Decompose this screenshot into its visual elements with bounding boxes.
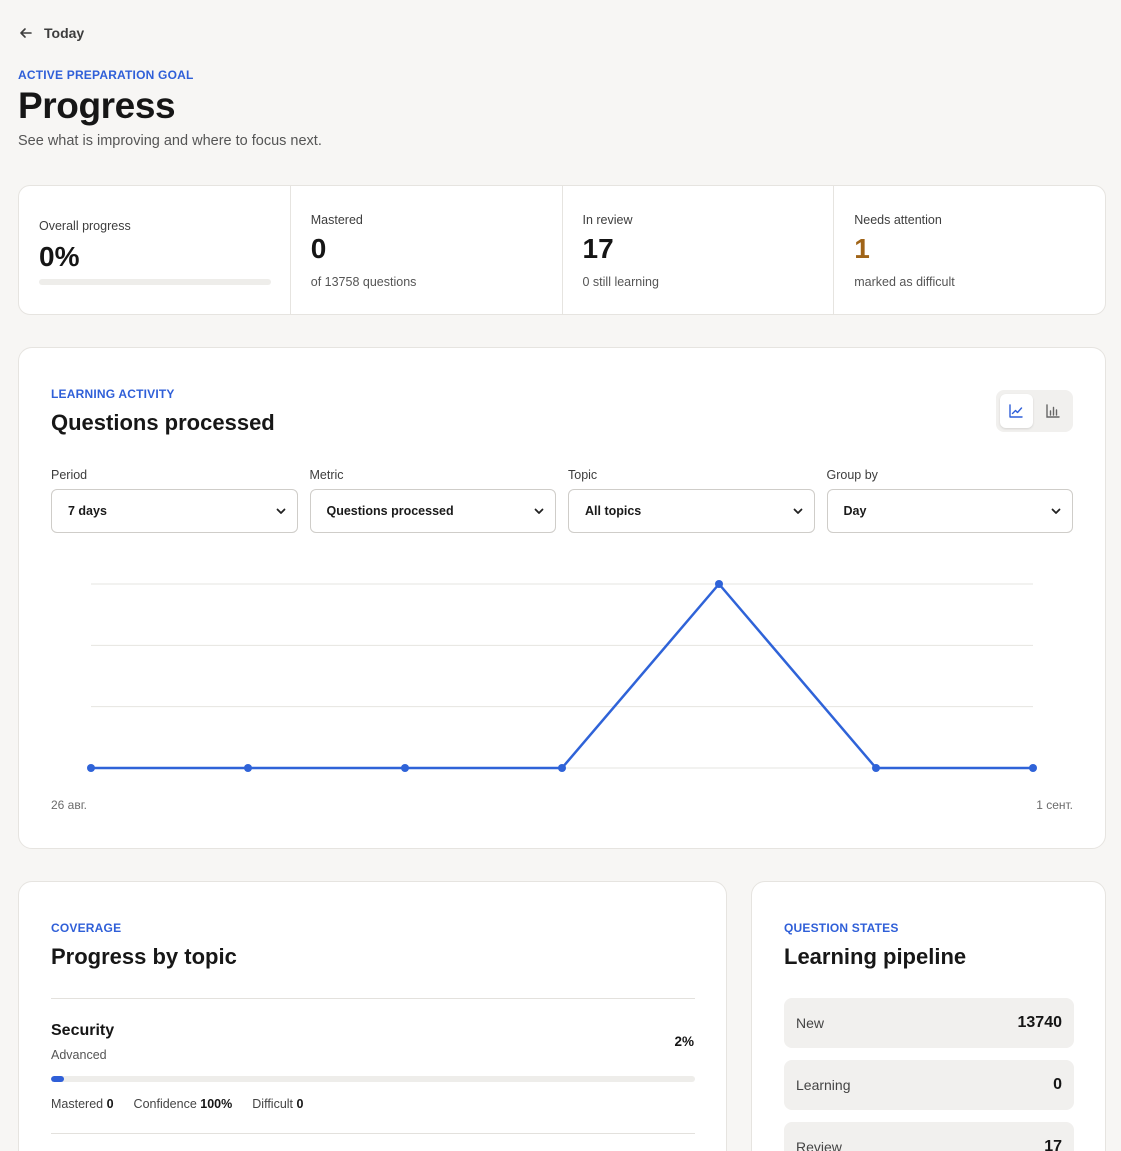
- overall-progress-bar: [39, 279, 271, 285]
- select-value: Questions processed: [326, 504, 454, 518]
- card-eyebrow: QUESTION STATES: [784, 921, 899, 935]
- divider: [51, 998, 695, 999]
- stage-count: 0: [1053, 1076, 1062, 1093]
- learning-pipeline-card: QUESTION STATES Learning pipeline New 13…: [751, 881, 1106, 1151]
- chevron-down-icon: [1051, 508, 1061, 514]
- meta-value: 0: [106, 1097, 114, 1111]
- learning-activity-card: LEARNING ACTIVITY Questions processed Pe…: [18, 347, 1106, 849]
- meta-label: Difficult: [252, 1097, 294, 1111]
- line-chart-view-button[interactable]: [1000, 394, 1033, 428]
- chevron-down-icon: [276, 508, 285, 514]
- stat-sub: marked as difficult: [854, 275, 955, 289]
- back-link-label: Today: [44, 25, 85, 41]
- stat-value: 0%: [39, 241, 80, 272]
- stage-label: Learning: [796, 1077, 851, 1093]
- select-value: All topics: [585, 504, 642, 518]
- filter-label: Metric: [309, 468, 344, 482]
- coverage-card: COVERAGE Progress by topic Security Adva…: [18, 881, 727, 1151]
- filter-topic: Topic All topics: [568, 468, 815, 533]
- bar-chart-icon: [1046, 404, 1060, 418]
- stat-value: 0: [310, 233, 327, 264]
- topic-progress-fill: [51, 1076, 64, 1082]
- back-link[interactable]: Today: [18, 25, 84, 41]
- card-eyebrow: LEARNING ACTIVITY: [51, 387, 175, 401]
- progress-page: Today ACTIVE PREPARATION GOAL Progress S…: [0, 0, 1121, 1151]
- filter-label: Group by: [826, 468, 878, 482]
- period-select[interactable]: 7 days: [51, 489, 298, 533]
- chart-point[interactable]: [1029, 764, 1037, 772]
- pipeline-stage-review[interactable]: Review 17: [784, 1122, 1074, 1151]
- pipeline-stage-learning[interactable]: Learning 0: [784, 1060, 1074, 1110]
- select-value: Day: [843, 504, 867, 518]
- stat-mastered: Mastered 0 of 13758 questions: [291, 186, 563, 314]
- filter-metric: Metric Questions processed: [309, 468, 556, 533]
- select-value: 7 days: [68, 504, 107, 518]
- topic-percent: 2%: [674, 1034, 694, 1049]
- chevron-down-icon: [534, 508, 544, 514]
- filter-period: Period 7 days: [51, 468, 298, 533]
- stat-label: Needs attention: [854, 213, 942, 227]
- chart-view-toggle: [996, 390, 1073, 432]
- topic-mastered: Mastered 0: [51, 1097, 114, 1111]
- page-title: Progress: [18, 85, 176, 126]
- group-by-select[interactable]: Day: [826, 489, 1073, 533]
- topic-difficult: Difficult 0: [252, 1097, 303, 1111]
- meta-label: Mastered: [51, 1097, 104, 1111]
- filter-label: Topic: [568, 468, 598, 482]
- page-eyebrow: ACTIVE PREPARATION GOAL: [18, 68, 194, 82]
- topic-level: Advanced: [51, 1048, 107, 1062]
- stat-needs-attention: Needs attention 1 marked as difficult: [834, 186, 1105, 314]
- stat-overall-progress: Overall progress 0%: [19, 186, 291, 314]
- stat-sub: of 13758 questions: [310, 275, 417, 289]
- x-axis-tick-end: 1 сент.: [1036, 798, 1073, 812]
- chart-point[interactable]: [715, 580, 723, 588]
- chart-point[interactable]: [244, 764, 252, 772]
- activity-line-chart: [87, 580, 1037, 772]
- metric-select[interactable]: Questions processed: [309, 489, 556, 533]
- filter-group-by: Group by Day: [826, 468, 1073, 533]
- arrow-left-icon: [20, 28, 32, 38]
- topic-name: Security: [51, 1022, 115, 1039]
- meta-label: Confidence: [133, 1097, 197, 1111]
- stage-count: 17: [1044, 1138, 1062, 1151]
- stat-label: In review: [582, 213, 633, 227]
- card-title: Questions processed: [51, 410, 275, 435]
- divider: [51, 1133, 695, 1134]
- card-eyebrow: COVERAGE: [51, 921, 122, 935]
- stat-label: Mastered: [310, 213, 363, 227]
- topic-progress-bar: [51, 1076, 695, 1082]
- filter-label: Period: [51, 468, 88, 482]
- chart-point[interactable]: [872, 764, 880, 772]
- card-title: Progress by topic: [51, 944, 237, 969]
- stage-label: New: [796, 1015, 825, 1031]
- stage-label: Review: [796, 1139, 842, 1151]
- card-title: Learning pipeline: [784, 944, 967, 969]
- chevron-down-icon: [793, 508, 802, 514]
- stat-value: 17: [582, 233, 614, 264]
- meta-value: 100%: [200, 1097, 233, 1111]
- line-chart-icon: [1009, 404, 1023, 418]
- stat-in-review: In review 17 0 still learning: [563, 186, 835, 314]
- chart-point[interactable]: [87, 764, 95, 772]
- topic-select[interactable]: All topics: [568, 489, 815, 533]
- topic-meta: Mastered 0 Confidence 100% Difficult 0: [51, 1097, 303, 1111]
- chart-point[interactable]: [558, 764, 566, 772]
- stat-sub: 0 still learning: [582, 275, 659, 289]
- meta-value: 0: [296, 1097, 304, 1111]
- page-subtitle: See what is improving and where to focus…: [18, 133, 322, 149]
- stats-summary: Overall progress 0% Mastered 0 of 13758 …: [18, 185, 1106, 315]
- topic-confidence: Confidence 100%: [134, 1097, 233, 1111]
- chart-point[interactable]: [401, 764, 409, 772]
- stage-count: 13740: [1017, 1014, 1063, 1031]
- pipeline-stage-new[interactable]: New 13740: [784, 998, 1074, 1048]
- stat-value: 1: [854, 233, 870, 264]
- activity-filters: Period 7 days Metric Questions processed…: [51, 468, 1073, 533]
- bar-chart-view-button[interactable]: [1037, 394, 1070, 428]
- x-axis-tick-start: 26 авг.: [51, 798, 87, 812]
- chart-series-line: [91, 582, 1033, 770]
- stat-label: Overall progress: [39, 219, 131, 233]
